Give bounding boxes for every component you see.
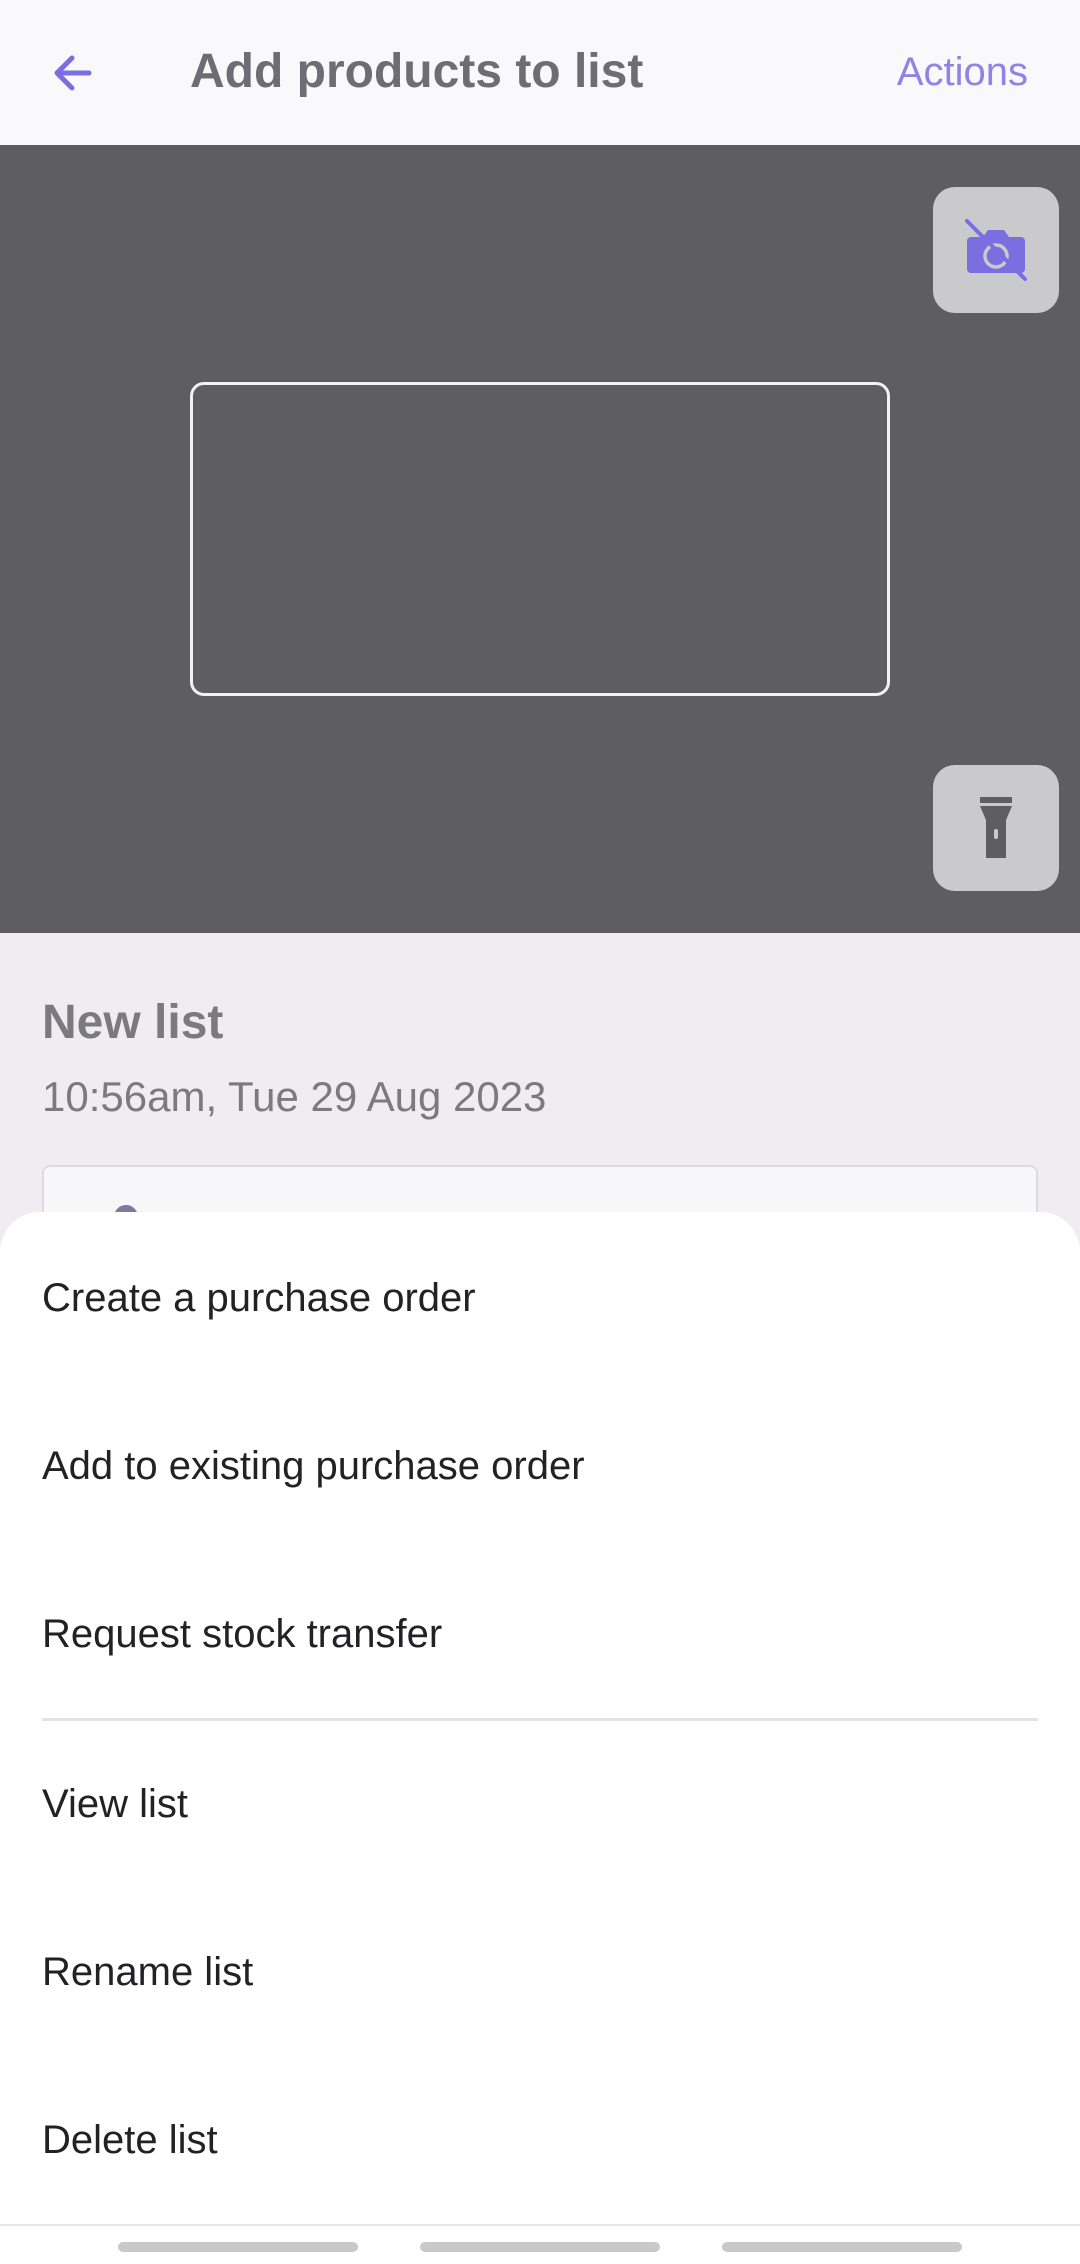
back-button[interactable] (42, 38, 102, 108)
actions-button[interactable]: Actions (897, 44, 1028, 100)
menu-item-create-purchase-order[interactable]: Create a purchase order (42, 1270, 476, 1326)
barcode-scanner-view (0, 145, 1080, 933)
nav-home-handle[interactable] (420, 2242, 660, 2252)
menu-item-add-to-existing-purchase-order[interactable]: Add to existing purchase order (42, 1438, 585, 1494)
flashlight-button[interactable] (933, 765, 1059, 891)
back-arrow-icon (54, 55, 92, 91)
menu-item-rename-list[interactable]: Rename list (42, 1944, 253, 2000)
menu-divider (42, 1718, 1038, 1721)
switch-camera-icon (965, 219, 1027, 281)
menu-item-delete-list[interactable]: Delete list (42, 2112, 218, 2168)
system-nav-bar (0, 2224, 1080, 2264)
list-info: New list 10:56am, Tue 29 Aug 2023 (0, 933, 1080, 1265)
app-header: Add products to list Actions (0, 0, 1080, 145)
switch-camera-button[interactable] (933, 187, 1059, 313)
list-timestamp: 10:56am, Tue 29 Aug 2023 (42, 1073, 547, 1120)
flashlight-icon (980, 797, 1012, 858)
actions-bottom-sheet: Create a purchase order Add to existing … (0, 1212, 1080, 2264)
nav-recents-handle[interactable] (118, 2242, 358, 2252)
scan-frame (190, 382, 890, 696)
menu-item-view-list[interactable]: View list (42, 1776, 188, 1832)
page-title: Add products to list (190, 45, 644, 98)
list-name: New list (42, 996, 224, 1049)
menu-item-request-stock-transfer[interactable]: Request stock transfer (42, 1606, 442, 1662)
nav-back-handle[interactable] (722, 2242, 962, 2252)
